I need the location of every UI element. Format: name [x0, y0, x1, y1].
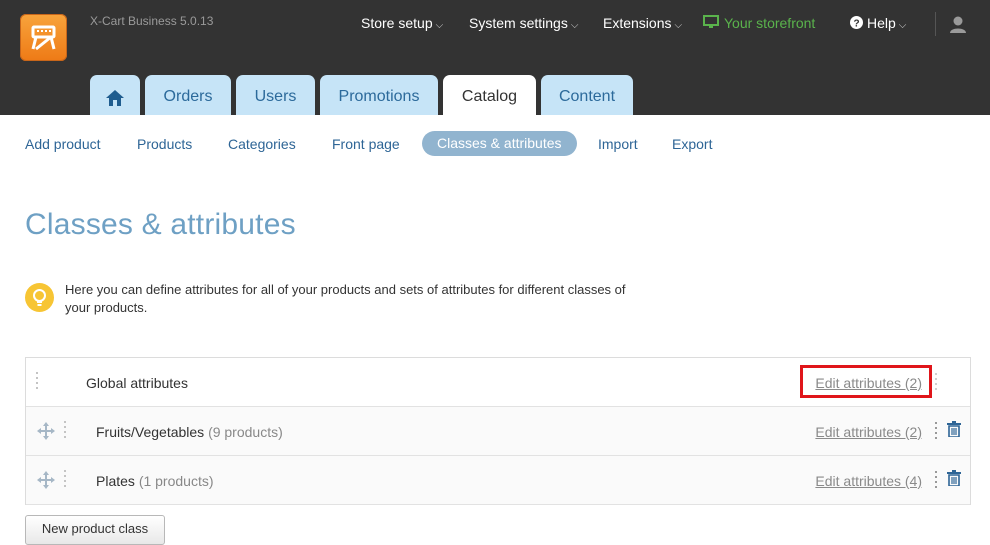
- trash-icon[interactable]: [947, 421, 961, 437]
- extensions-label: Extensions: [603, 15, 672, 31]
- class-name[interactable]: Fruits/Vegetables (9 products): [96, 424, 283, 440]
- new-product-class-button[interactable]: New product class: [25, 515, 165, 545]
- drag-dots-icon: [36, 372, 39, 390]
- intro-text: Here you can define attributes for all o…: [65, 282, 626, 315]
- drag-dots-icon: [64, 470, 67, 488]
- monitor-icon: [703, 15, 719, 28]
- app-version: X-Cart Business 5.0.13: [90, 14, 214, 28]
- subnav-classes-attributes[interactable]: Classes & attributes: [422, 131, 577, 156]
- extensions-menu[interactable]: Extensions ⌵: [603, 15, 682, 33]
- tab-home[interactable]: [90, 75, 140, 115]
- tab-orders[interactable]: Orders: [145, 75, 231, 115]
- row-menu-icon[interactable]: [935, 373, 938, 391]
- table-row: Fruits/Vegetables (9 products) Edit attr…: [26, 407, 970, 456]
- storefront-link[interactable]: Your storefront: [703, 15, 815, 33]
- system-settings-label: System settings: [469, 15, 568, 31]
- subnav-products[interactable]: Products: [137, 136, 192, 152]
- chevron-down-icon: ⌵: [570, 20, 579, 31]
- chevron-down-icon: ⌵: [674, 20, 683, 31]
- trash-icon[interactable]: [947, 470, 961, 486]
- highlight-box: [800, 365, 932, 398]
- row-menu-icon[interactable]: [935, 471, 938, 489]
- page-title: Classes & attributes: [25, 208, 296, 241]
- lightbulb-icon: [25, 283, 54, 312]
- row-menu-icon[interactable]: [935, 422, 938, 440]
- tab-content[interactable]: Content: [541, 75, 633, 115]
- class-name[interactable]: Plates (1 products): [96, 473, 214, 489]
- tab-users[interactable]: Users: [236, 75, 315, 115]
- system-settings-menu[interactable]: System settings ⌵: [469, 15, 578, 33]
- chevron-down-icon: ⌵: [435, 20, 444, 31]
- move-icon[interactable]: [37, 422, 55, 440]
- subnav-categories[interactable]: Categories: [228, 136, 296, 152]
- user-icon[interactable]: [949, 16, 967, 38]
- divider: [935, 12, 936, 36]
- store-setup-menu[interactable]: Store setup ⌵: [361, 15, 443, 33]
- help-label: Help: [867, 15, 896, 31]
- subnav-front-page[interactable]: Front page: [332, 136, 400, 152]
- table-row: Plates (1 products) Edit attributes (4): [26, 456, 970, 505]
- xcart-logo[interactable]: [20, 14, 67, 61]
- tab-promotions[interactable]: Promotions: [320, 75, 438, 115]
- edit-attributes-link[interactable]: Edit attributes (2): [815, 424, 922, 440]
- home-icon: [106, 90, 124, 106]
- svg-text:?: ?: [853, 19, 859, 30]
- subnav-export[interactable]: Export: [672, 136, 712, 152]
- tab-catalog[interactable]: Catalog: [443, 75, 536, 115]
- store-setup-label: Store setup: [361, 15, 433, 31]
- storefront-label: Your storefront: [724, 15, 816, 31]
- question-icon: ?: [850, 16, 863, 30]
- help-menu[interactable]: ? Help ⌵: [850, 15, 906, 33]
- edit-attributes-link[interactable]: Edit attributes (4): [815, 473, 922, 489]
- class-name: Global attributes: [86, 375, 188, 391]
- subnav-import[interactable]: Import: [598, 136, 638, 152]
- drag-dots-icon: [64, 421, 67, 439]
- chevron-down-icon: ⌵: [898, 20, 907, 31]
- subnav-add-product[interactable]: Add product: [25, 136, 101, 152]
- header-bar: X-Cart Business 5.0.13 Store setup ⌵ Syst…: [0, 0, 990, 115]
- move-icon[interactable]: [37, 471, 55, 489]
